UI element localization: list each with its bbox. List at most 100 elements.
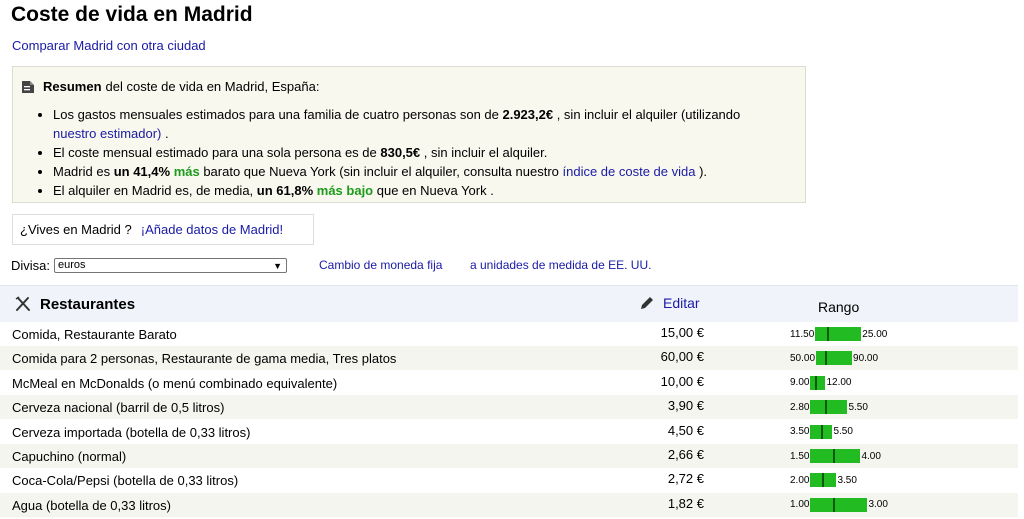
- range-marker: [833, 449, 836, 463]
- range-high: 3.00: [868, 499, 888, 511]
- table-header: Restaurantes Editar Rango: [0, 285, 1018, 322]
- summary-text: , sin incluir el alquiler.: [420, 145, 548, 160]
- range-low: 1.00: [790, 499, 810, 511]
- item-price: 60,00 €: [660, 349, 704, 365]
- price-range: 3.50 5.50: [790, 424, 853, 439]
- item-price: 2,66 €: [667, 447, 704, 462]
- range-marker: [825, 400, 828, 415]
- price-range: 1.00 3.00: [790, 497, 888, 512]
- summary-text: , sin incluir el alquiler (utilizando: [553, 107, 741, 122]
- range-low: 11.50: [790, 328, 815, 340]
- range-high: 25.00: [862, 328, 888, 340]
- cost-index-link[interactable]: índice de coste de vida: [563, 164, 696, 179]
- live-here-box: ¿Vives en Madrid ? ¡Añade datos de Madri…: [12, 214, 314, 245]
- range-bar: [810, 424, 833, 439]
- range-low: 2.00: [790, 474, 810, 486]
- cheaper-percent: un 41,4%: [113, 164, 171, 179]
- lower-label: más bajo: [316, 183, 374, 198]
- price-range: 9.00 12.00: [790, 375, 852, 390]
- item-name: Capuchino (normal): [12, 449, 127, 464]
- range-bar: [810, 375, 826, 390]
- summary-heading: Resumen del coste de vida en Madrid, Esp…: [21, 79, 319, 94]
- range-high: 5.50: [833, 426, 853, 438]
- currency-selected: euros: [58, 259, 86, 271]
- summary-heading-bold: Resumen: [43, 79, 102, 94]
- range-high: 3.50: [837, 474, 857, 486]
- range-bar: [810, 449, 861, 463]
- summary-heading-text: del coste de vida en Madrid, España:: [105, 79, 320, 94]
- item-price: 15,00 €: [660, 325, 704, 340]
- range-bar: [810, 473, 837, 488]
- pencil-icon: [641, 297, 653, 309]
- edit-button[interactable]: Editar: [639, 295, 700, 311]
- price-range: 1.50 4.00: [790, 449, 881, 463]
- family-cost-value: 2.923,2€: [502, 107, 554, 122]
- page-title: Coste de vida en Madrid: [11, 3, 253, 26]
- summary-text: El alquiler en Madrid es, de media,: [53, 183, 257, 198]
- table-row: McMeal en McDonalds (o menú combinado eq…: [0, 371, 1018, 395]
- summary-item-single: El coste mensual estimado para una sola …: [53, 143, 803, 162]
- item-name: Cerveza importada (botella de 0,33 litro…: [12, 424, 251, 440]
- currency-label: Divisa:: [11, 258, 51, 273]
- table-row: Comida, Restaurante Barato 15,00 € 11.50 25…: [0, 322, 1018, 346]
- add-data-link[interactable]: ¡Añade datos de Madrid!: [141, 222, 283, 237]
- item-name: McMeal en McDonalds (o menú combinado eq…: [12, 375, 338, 391]
- summary-text: barato que Nueva York (sin incluir el al…: [199, 164, 563, 179]
- item-price: 2,72 €: [667, 471, 704, 487]
- price-range: 50.00 90.00: [790, 351, 879, 366]
- us-units-link[interactable]: a unidades de medida de EE. UU.: [470, 258, 651, 272]
- price-range: 11.50 25.00: [790, 327, 887, 341]
- category-title: Restaurantes: [40, 296, 136, 313]
- range-low: 1.50: [790, 450, 810, 462]
- item-price: 3,90 €: [667, 398, 704, 414]
- range-high: 5.50: [848, 401, 868, 413]
- single-cost-value: 830,5€: [380, 145, 421, 160]
- summary-text: .: [161, 126, 169, 141]
- table-row: Cerveza nacional (barril de 0,5 litros) 3…: [0, 395, 1018, 420]
- range-bar: [815, 327, 862, 341]
- range-high: 12.00: [826, 377, 852, 389]
- chevron-down-icon: ▼: [273, 261, 283, 271]
- fixed-currency-link[interactable]: Cambio de moneda fija: [319, 258, 442, 272]
- range-bar: [810, 400, 848, 415]
- range-low: 50.00: [790, 352, 816, 364]
- item-name: Comida, Restaurante Barato: [12, 327, 177, 342]
- more-label: más: [173, 164, 200, 179]
- range-low: 3.50: [790, 426, 810, 438]
- currency-row: Divisa: euros ▼: [11, 258, 288, 273]
- summary-text: Madrid es: [53, 164, 114, 179]
- compare-city-link[interactable]: Comparar Madrid con otra ciudad: [12, 38, 206, 53]
- range-marker: [822, 473, 825, 488]
- range-marker: [821, 424, 824, 439]
- range-high: 90.00: [853, 352, 879, 364]
- summary-text: El coste mensual estimado para una sola …: [53, 145, 381, 160]
- range-header: Rango: [818, 299, 860, 315]
- item-name: Comida para 2 personas, Restaurante de g…: [12, 351, 397, 367]
- currency-select[interactable]: euros ▼: [54, 258, 288, 273]
- summary-text: que en Nueva York .: [373, 183, 494, 198]
- item-name: Cerveza nacional (barril de 0,5 litros): [12, 400, 225, 416]
- summary-item-family: Los gastos mensuales estimados para una …: [53, 105, 803, 143]
- table-row: Comida para 2 personas, Restaurante de g…: [0, 346, 1018, 371]
- summary-list: Los gastos mensuales estimados para una …: [37, 105, 803, 200]
- summary-item-rent: El alquiler en Madrid es, de media, un 6…: [53, 181, 803, 200]
- range-high: 4.00: [861, 450, 881, 462]
- estimator-link[interactable]: nuestro estimador): [53, 126, 161, 141]
- range-low: 2.80: [790, 401, 810, 413]
- summary-text: Los gastos mensuales estimados para una …: [53, 107, 503, 122]
- price-range: 2.80 5.50: [790, 400, 868, 415]
- item-price: 10,00 €: [660, 373, 704, 389]
- range-marker: [833, 497, 836, 512]
- summary-box: Resumen del coste de vida en Madrid, Esp…: [12, 66, 806, 203]
- summary-text: ).: [695, 164, 708, 179]
- range-bar: [810, 497, 868, 512]
- range-low: 9.00: [790, 377, 810, 389]
- table-row: Agua (botella de 0,33 litros) 1,82 € 1.00 3…: [0, 492, 1018, 517]
- restaurant-icon: [15, 296, 30, 311]
- item-name: Coca-Cola/Pepsi (botella de 0,33 litros): [12, 473, 239, 489]
- edit-label: Editar: [663, 295, 700, 311]
- rent-percent: un 61,8%: [256, 183, 314, 198]
- table-row: Coca-Cola/Pepsi (botella de 0,33 litros)…: [0, 468, 1018, 492]
- item-price: 1,82 €: [667, 495, 704, 511]
- summary-item-compare: Madrid es un 41,4% más barato que Nueva …: [53, 162, 803, 181]
